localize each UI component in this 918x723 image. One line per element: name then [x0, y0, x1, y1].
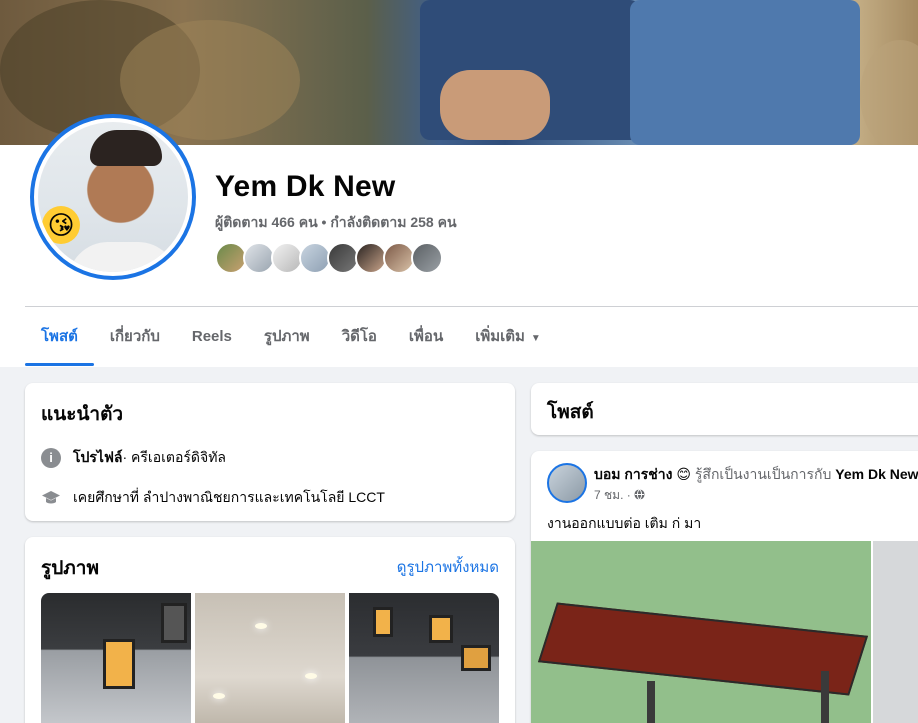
see-all-photos-link[interactable]: ดูรูปภาพทั้งหมด — [397, 555, 499, 579]
header-divider — [25, 306, 918, 307]
tab-photos[interactable]: รูปภาพ — [248, 318, 326, 366]
tab-reels[interactable]: Reels — [176, 318, 248, 366]
info-icon: i — [41, 448, 61, 468]
post-author-avatar[interactable] — [547, 463, 587, 503]
post-header: บอม การช่าง 😊 รู้สึกเป็นงานเป็นการกับ Ye… — [594, 464, 918, 486]
kiss-emoji-icon: 😘 — [42, 206, 80, 244]
tab-more[interactable]: เพิ่มเติม ▼ — [459, 318, 557, 366]
intro-profile-row: i โปรไฟล์ · ครีเอเตอร์ดิจิทัล — [41, 447, 499, 469]
globe-icon — [634, 489, 645, 500]
post-card: บอม การช่าง 😊 รู้สึกเป็นงานเป็นการกับ Ye… — [531, 451, 918, 723]
photo-thumbnail[interactable] — [41, 593, 191, 723]
caret-down-icon: ▼ — [530, 333, 541, 344]
graduation-cap-icon — [42, 491, 60, 504]
intro-education[interactable]: เคยศึกษาที่ ลำปางพาณิชยการและเทคโนโลยี L… — [73, 487, 385, 509]
post-image[interactable] — [531, 541, 871, 723]
tab-friends[interactable]: เพื่อน — [393, 318, 459, 366]
post-image-secondary[interactable] — [873, 541, 918, 723]
tab-posts[interactable]: โพสต์ — [25, 318, 94, 366]
profile-tabs: โพสต์ เกี่ยวกับ Reels รูปภาพ วิดีโอ เพื่… — [25, 318, 557, 366]
photos-card: รูปภาพ ดูรูปภาพทั้งหมด — [25, 537, 515, 723]
intro-profile-value[interactable]: · ครีเอเตอร์ดิจิทัล — [122, 447, 226, 469]
tab-about[interactable]: เกี่ยวกับ — [94, 318, 176, 366]
intro-profile-label: โปรไฟล์ — [73, 449, 123, 465]
feeling-emoji-icon: 😊 — [676, 466, 691, 482]
profile-avatar[interactable]: 😘 — [30, 114, 196, 280]
post-author-name[interactable]: บอม การช่าง — [594, 466, 672, 482]
friend-avatar[interactable] — [411, 242, 443, 274]
post-timestamp[interactable]: 7 ชม. · — [594, 486, 645, 505]
photo-thumbnail[interactable] — [349, 593, 499, 723]
post-tagged-name[interactable]: Yem Dk New — [835, 466, 918, 482]
intro-card: แนะนำตัว i โปรไฟล์ · ครีเอเตอร์ดิจิทัล เ… — [25, 383, 515, 521]
posts-header-card: โพสต์ — [531, 383, 918, 435]
friend-avatars[interactable] — [215, 242, 443, 274]
follow-stats[interactable]: ผู้ติดตาม 466 คน • กำลังติดตาม 258 คน — [215, 212, 457, 234]
intro-title: แนะนำตัว — [41, 404, 124, 425]
intro-education-row: เคยศึกษาที่ ลำปางพาณิชยการและเทคโนโลยี L… — [41, 487, 499, 509]
post-text: งานออกแบบต่อ เติม ก่ มา — [547, 515, 702, 531]
tab-videos[interactable]: วิดีโอ — [326, 318, 393, 366]
profile-name: Yem Dk New — [215, 170, 396, 203]
post-feeling: รู้สึกเป็นงานเป็นการกับ — [694, 466, 832, 482]
posts-title: โพสต์ — [547, 402, 594, 423]
photo-grid — [41, 593, 499, 723]
photo-thumbnail[interactable] — [195, 593, 345, 723]
